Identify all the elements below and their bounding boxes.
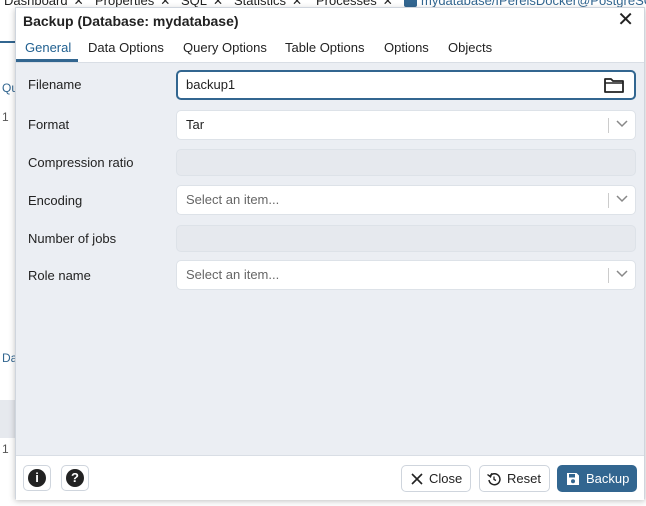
backup-button-label: Backup <box>586 471 630 486</box>
role-name-placeholder: Select an item... <box>186 267 280 282</box>
tab-general[interactable]: General <box>25 40 71 55</box>
tab-objects[interactable]: Objects <box>448 40 492 55</box>
filename-field[interactable]: backup1 <box>176 70 636 100</box>
format-select[interactable]: Tar <box>176 110 636 140</box>
select-separator <box>608 193 609 208</box>
tab-query-options[interactable]: Query Options <box>183 40 267 55</box>
tab-options[interactable]: Options <box>384 40 429 55</box>
role-name-label: Role name <box>28 268 91 283</box>
chevron-down-icon[interactable] <box>615 266 629 280</box>
reset-button-label: Reset <box>507 471 541 486</box>
info-button[interactable]: i <box>23 465 51 491</box>
close-button-label: Close <box>429 471 463 486</box>
chevron-down-icon[interactable] <box>615 191 629 205</box>
tab-data-options[interactable]: Data Options <box>88 40 164 55</box>
chevron-down-icon[interactable] <box>615 116 629 130</box>
compression-ratio-input[interactable] <box>176 149 636 176</box>
backup-button[interactable]: Backup <box>557 465 637 492</box>
close-icon[interactable]: ✕ <box>617 10 634 30</box>
general-form: Filename backup1 Format Tar Compression … <box>16 63 644 455</box>
database-icon <box>404 0 417 8</box>
dialog-tabs: General Data Options Query Options Table… <box>16 34 644 63</box>
bg-grid-header <box>0 400 16 438</box>
filename-label: Filename <box>28 77 82 92</box>
active-tab-indicator <box>16 59 78 62</box>
encoding-select[interactable]: Select an item... <box>176 185 636 215</box>
bg-row-number: 1 <box>2 442 9 456</box>
backup-dialog: Backup (Database: mydatabase) ✕ General … <box>15 7 645 500</box>
number-of-jobs-input[interactable] <box>176 225 636 252</box>
select-separator <box>608 118 609 133</box>
info-icon: i <box>28 469 46 487</box>
reset-button[interactable]: Reset <box>479 465 550 492</box>
folder-icon[interactable] <box>604 77 624 93</box>
encoding-label: Encoding <box>28 193 83 208</box>
tab-table-options[interactable]: Table Options <box>285 40 365 55</box>
close-icon <box>411 472 423 485</box>
dialog-title-bar[interactable]: Backup (Database: mydatabase) ✕ <box>16 8 644 34</box>
encoding-placeholder: Select an item... <box>186 192 280 207</box>
format-label: Format <box>28 117 70 132</box>
dialog-footer: i ? Close Reset Backup <box>16 455 644 500</box>
close-button[interactable]: Close <box>401 465 471 492</box>
background-left-strip: Qu 1 Da 1 <box>0 8 18 506</box>
bg-query-tab[interactable] <box>0 23 16 43</box>
format-value: Tar <box>186 117 205 132</box>
help-icon: ? <box>66 469 84 487</box>
save-icon <box>567 472 579 485</box>
dialog-title: Backup (Database: mydatabase) <box>23 13 239 29</box>
reset-icon <box>487 472 501 486</box>
bg-line-number: 1 <box>2 110 9 124</box>
filename-value: backup1 <box>186 77 236 92</box>
help-button[interactable]: ? <box>61 465 89 491</box>
compression-ratio-label: Compression ratio <box>28 155 134 170</box>
role-name-select[interactable]: Select an item... <box>176 260 636 290</box>
number-of-jobs-label: Number of jobs <box>28 231 117 246</box>
select-separator <box>608 268 609 283</box>
